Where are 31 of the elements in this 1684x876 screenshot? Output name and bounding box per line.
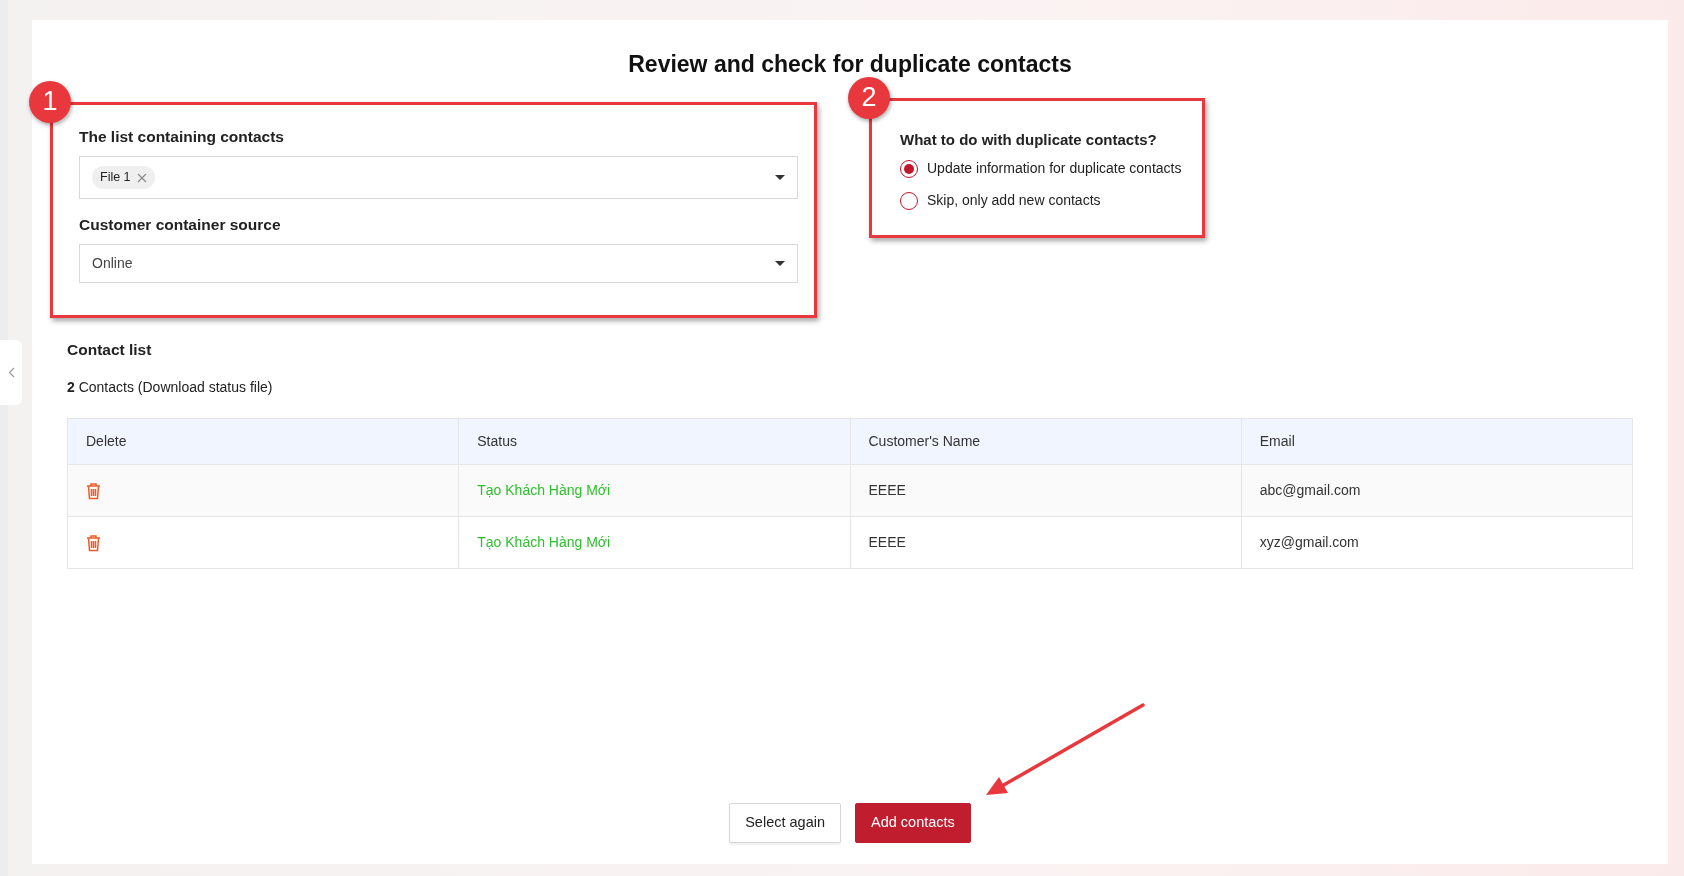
close-icon[interactable] <box>136 172 147 183</box>
status-text: Tạo Khách Hàng Mới <box>458 464 850 517</box>
step-badge: 2 <box>848 76 890 119</box>
option-label[interactable]: Skip, only add new contacts <box>927 190 1101 212</box>
table-cell: EEEE <box>850 464 1242 517</box>
tag-chip: File 1 <box>92 166 155 189</box>
page-title: Review and check for duplicate contacts <box>627 50 1073 79</box>
question-label: What to do with duplicate contacts? <box>900 129 1158 150</box>
contact-summary: 2 Contacts (Download status file) <box>67 378 274 398</box>
add-contacts-button[interactable]: Add contacts <box>855 803 971 843</box>
select-again-button[interactable]: Select again <box>729 803 841 843</box>
column-header: Email <box>1241 418 1633 465</box>
step-badge: 1 <box>29 80 71 123</box>
trash-icon[interactable] <box>86 482 101 500</box>
caret-icon <box>775 175 785 181</box>
field-label: The list containing contacts <box>79 126 285 147</box>
status-text: Tạo Khách Hàng Mới <box>458 516 850 569</box>
trash-icon[interactable] <box>86 534 101 552</box>
table-cell: EEEE <box>850 516 1242 569</box>
column-header: Delete <box>67 418 459 465</box>
column-header: Customer's Name <box>850 418 1242 465</box>
field-label: Customer container source <box>79 215 282 236</box>
option-label[interactable]: Update information for duplicate contacts <box>927 158 1182 180</box>
table-cell: abc@gmail.com <box>1241 464 1633 517</box>
chevron-left-icon[interactable] <box>7 367 15 378</box>
section-title: Contact list <box>67 339 153 360</box>
select-field[interactable]: File 1 <box>79 156 798 200</box>
select-field[interactable]: Online <box>79 244 798 284</box>
column-header: Status <box>458 418 850 465</box>
table-cell: xyz@gmail.com <box>1241 516 1633 569</box>
caret-icon <box>775 261 785 267</box>
